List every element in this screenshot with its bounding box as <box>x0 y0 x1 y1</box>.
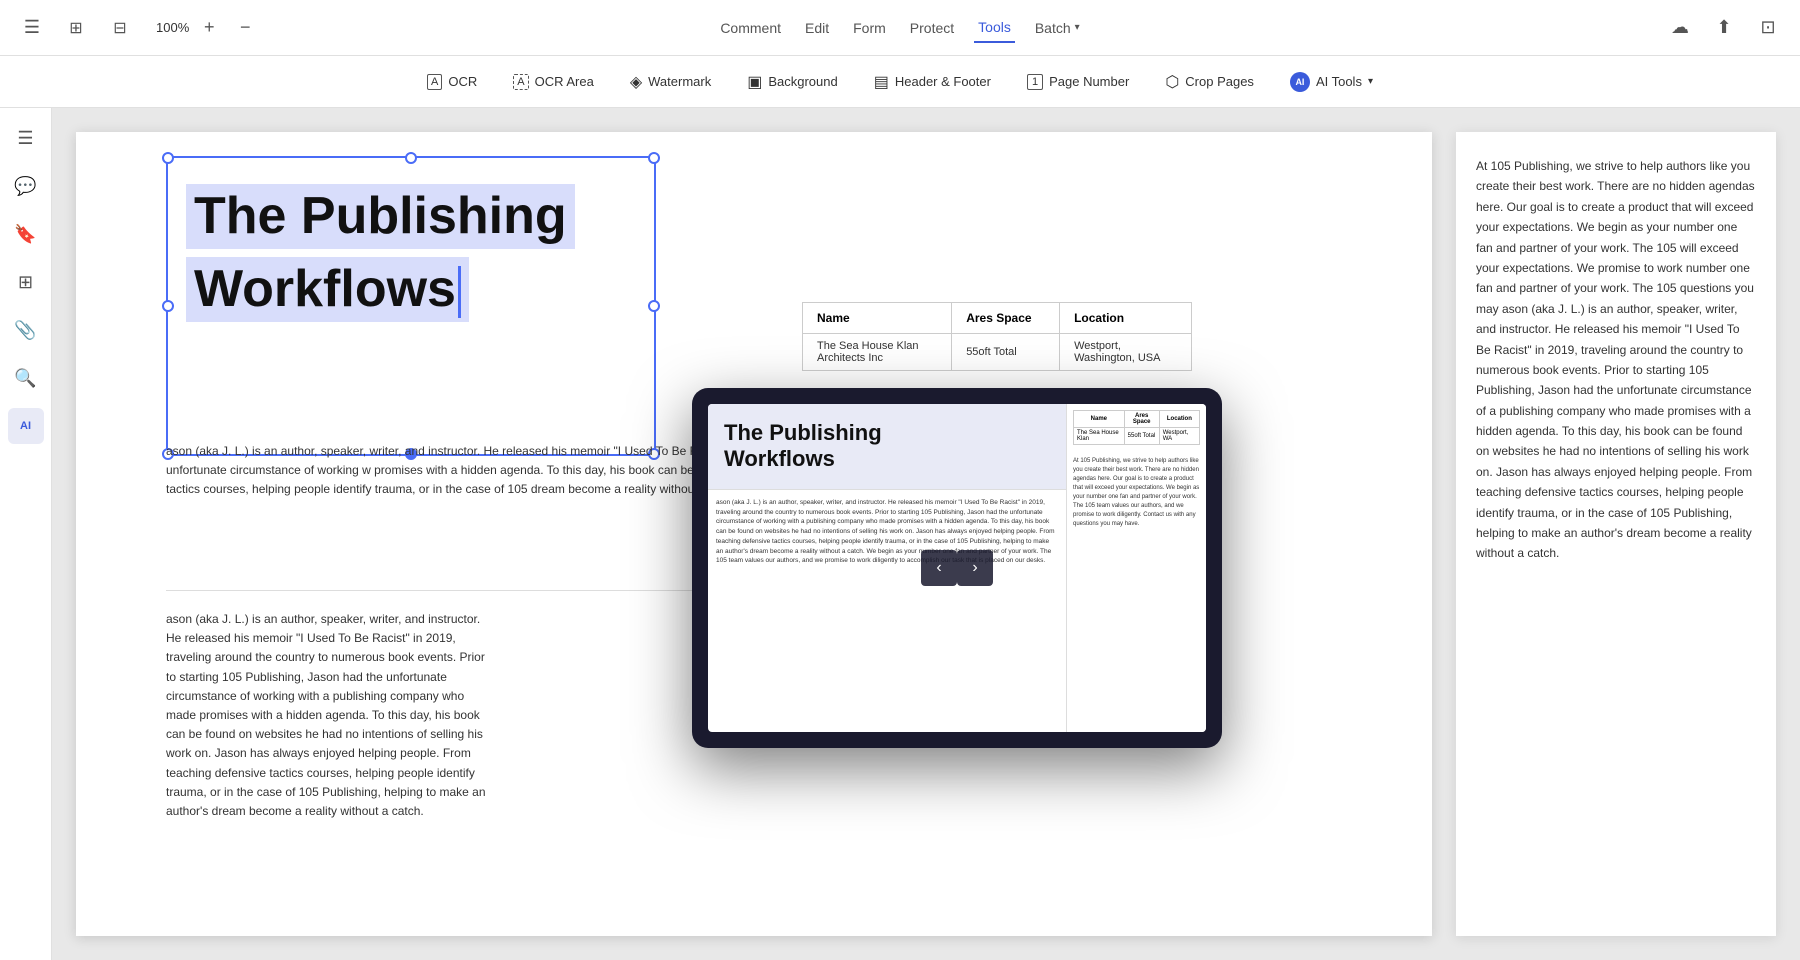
toolbar-left-controls: ☰ ⊞ ⊟ 100% + − <box>0 12 261 44</box>
nav-batch[interactable]: Batch ▾ <box>1031 14 1084 42</box>
split-view-icon[interactable]: ⊟ <box>104 12 136 44</box>
preview-next-button[interactable]: › <box>957 550 993 586</box>
tools-toolbar: A OCR A OCR Area ◈ Watermark ▣ Backgroun… <box>0 56 1800 108</box>
preview-body-text: ason (aka J. L.) is an author, speaker, … <box>716 498 1058 566</box>
ocr-icon: A <box>427 74 442 90</box>
page-number-label: Page Number <box>1049 74 1129 89</box>
ocr-area-tool[interactable]: A OCR Area <box>499 68 608 96</box>
right-panel-text: At 105 Publishing, we strive to help aut… <box>1476 156 1756 564</box>
preview-table-header-loc: Location <box>1159 411 1199 428</box>
title-selection-box[interactable]: The Publishing Workflows <box>166 156 656 456</box>
ai-tools-tool[interactable]: AI AI Tools ▾ <box>1276 66 1387 98</box>
sidebar-comment-icon[interactable]: 💬 <box>8 168 44 204</box>
title-line2: Workflows <box>186 257 469 322</box>
sidebar-search-icon[interactable]: 🔍 <box>8 360 44 396</box>
handle-mid-right[interactable] <box>648 300 660 312</box>
table-cell-location: Westport,Washington, USA <box>1060 334 1192 371</box>
nav-protect[interactable]: Protect <box>906 14 958 42</box>
nav-edit[interactable]: Edit <box>801 14 833 42</box>
preview-right-text: At 105 Publishing, we strive to help aut… <box>1067 451 1206 535</box>
handle-mid-left[interactable] <box>162 300 174 312</box>
sidebar-layers-icon[interactable]: ⊞ <box>8 264 44 300</box>
watermark-label: Watermark <box>648 74 711 89</box>
zoom-controls: 100% + − <box>148 12 261 44</box>
left-sidebar: ☰ 💬 🔖 ⊞ 📎 🔍 AI <box>0 108 52 960</box>
preview-cell-ares: 55oft Total <box>1124 428 1159 445</box>
sidebar-bookmark-icon[interactable]: 🔖 <box>8 216 44 252</box>
page-number-tool[interactable]: 1 Page Number <box>1013 68 1143 96</box>
preview-overlay: The Publishing Workflows Name Ares Space… <box>692 388 1222 748</box>
table-header-name: Name <box>803 303 952 334</box>
preview-table-header-name: Name <box>1074 411 1125 428</box>
nav-comment[interactable]: Comment <box>716 14 785 42</box>
zoom-out-button[interactable]: − <box>229 12 261 44</box>
ai-tools-icon: AI <box>1290 72 1310 92</box>
panel-toggle-icon[interactable]: ☰ <box>16 12 48 44</box>
ocr-label: OCR <box>448 74 477 89</box>
table-cell-ares: 55oft Total <box>952 334 1060 371</box>
zoom-label: 100% <box>156 20 189 35</box>
watermark-icon: ◈ <box>630 72 642 92</box>
grid-view-icon[interactable]: ⊞ <box>60 12 92 44</box>
ocr-area-icon: A <box>513 74 528 90</box>
watermark-tool[interactable]: ◈ Watermark <box>616 66 725 98</box>
preview-table-row: The Sea House Klan 55oft Total Westport,… <box>1074 428 1200 445</box>
sidebar-attachment-icon[interactable]: 📎 <box>8 312 44 348</box>
table-cell-name: The Sea House KlanArchitects Inc <box>803 334 952 371</box>
table-header-location: Location <box>1060 303 1192 334</box>
upload-cloud-icon[interactable]: ☁ <box>1664 12 1696 44</box>
sidebar-panel-icon[interactable]: ☰ <box>8 120 44 156</box>
nav-form[interactable]: Form <box>849 14 890 42</box>
preview-prev-button[interactable]: ‹ <box>921 550 957 586</box>
share-icon[interactable]: ⬆ <box>1708 12 1740 44</box>
document-body-text2: ason (aka J. L.) is an author, speaker, … <box>166 610 496 821</box>
toolbar-right-controls: ☁ ⬆ ⊡ <box>1664 12 1800 44</box>
top-toolbar: ☰ ⊞ ⊟ 100% + − Comment Edit Form Protect… <box>0 0 1800 56</box>
preview-cell-loc: Westport, WA <box>1159 428 1199 445</box>
header-footer-icon: ▤ <box>874 72 889 92</box>
background-icon: ▣ <box>747 72 762 92</box>
crop-pages-label: Crop Pages <box>1185 74 1254 89</box>
preview-cell-name: The Sea House Klan <box>1074 428 1125 445</box>
crop-pages-tool[interactable]: ⬡ Crop Pages <box>1151 66 1268 98</box>
ai-tools-chevron-icon: ▾ <box>1368 76 1373 87</box>
handle-top-right[interactable] <box>648 152 660 164</box>
title-line1: The Publishing <box>186 184 575 249</box>
preview-navigation: ‹ › <box>921 550 993 586</box>
right-text-panel: At 105 Publishing, we strive to help aut… <box>1456 132 1776 936</box>
sidebar-ai-icon[interactable]: AI <box>8 408 44 444</box>
page-number-icon: 1 <box>1027 74 1043 90</box>
nav-tools[interactable]: Tools <box>974 13 1015 43</box>
expand-icon[interactable]: ⊡ <box>1752 12 1784 44</box>
title-content: The Publishing Workflows <box>186 184 636 322</box>
ocr-tool[interactable]: A OCR <box>413 68 491 96</box>
preview-body-section: ason (aka J. L.) is an author, speaker, … <box>708 490 1066 574</box>
handle-top-left[interactable] <box>162 152 174 164</box>
preview-inner: The Publishing Workflows Name Ares Space… <box>708 404 1206 732</box>
preview-table: Name Ares Space Location The Sea House K… <box>1067 404 1206 451</box>
main-layout: ☰ 💬 🔖 ⊞ 📎 🔍 AI <box>0 108 1800 960</box>
batch-chevron-icon: ▾ <box>1075 22 1080 33</box>
preview-table-header-ares: Ares Space <box>1124 411 1159 428</box>
background-tool[interactable]: ▣ Background <box>733 66 852 98</box>
preview-right-column: Name Ares Space Location The Sea House K… <box>1066 404 1206 732</box>
background-label: Background <box>768 74 837 89</box>
content-area: The Publishing Workflows Name Ares Space <box>52 108 1800 960</box>
handle-top-center[interactable] <box>405 152 417 164</box>
zoom-in-button[interactable]: + <box>193 12 225 44</box>
header-footer-tool[interactable]: ▤ Header & Footer <box>860 66 1005 98</box>
ocr-area-label: OCR Area <box>535 74 594 89</box>
crop-pages-icon: ⬡ <box>1165 72 1179 92</box>
document-table: Name Ares Space Location The Sea House K… <box>802 302 1192 371</box>
ai-tools-label: AI Tools <box>1316 74 1362 89</box>
main-nav: Comment Edit Form Protect Tools Batch ▾ <box>716 13 1083 43</box>
table-row: The Sea House KlanArchitects Inc 55oft T… <box>803 334 1192 371</box>
table-header-ares: Ares Space <box>952 303 1060 334</box>
text-cursor <box>458 266 461 318</box>
header-footer-label: Header & Footer <box>895 74 991 89</box>
